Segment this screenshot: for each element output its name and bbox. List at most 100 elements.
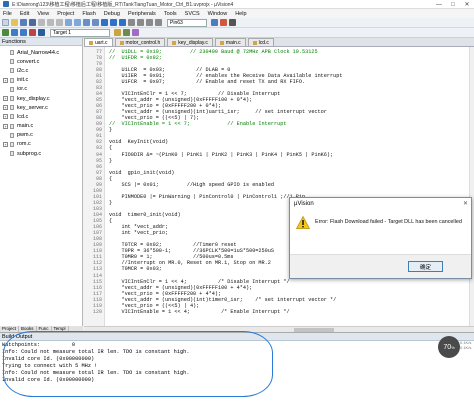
save-icon[interactable] xyxy=(20,19,27,26)
function-file-item[interactable]: + rom.c xyxy=(0,140,82,149)
menu-svcs[interactable]: SVCS xyxy=(185,11,200,17)
editor-tab[interactable]: lcd.c xyxy=(247,38,274,46)
prev-bookmark-icon[interactable] xyxy=(110,19,117,26)
code-editor[interactable]: 77// U1DLL = 0x10; // 230400 Baud @ 72MH… xyxy=(84,47,474,326)
menu-help[interactable]: Help xyxy=(235,11,246,17)
target-select[interactable]: Target 1 xyxy=(50,28,110,37)
manage-components-icon[interactable] xyxy=(123,29,130,36)
comment-icon[interactable] xyxy=(146,19,153,26)
function-file-label: init.c xyxy=(17,77,29,84)
undo-icon[interactable] xyxy=(65,19,72,26)
function-file-label: main.c xyxy=(17,123,34,130)
editor-tab[interactable]: main.c xyxy=(214,38,246,46)
open-folder-icon[interactable] xyxy=(11,19,18,26)
save-all-icon[interactable] xyxy=(29,19,36,26)
gauge-rates: 0.1K/s 0.1K/s xyxy=(460,340,471,350)
unindent-icon[interactable] xyxy=(137,19,144,26)
menu-view[interactable]: View xyxy=(37,11,49,17)
gauge-value: 70 xyxy=(443,343,452,351)
navigate-forward-icon[interactable] xyxy=(92,19,99,26)
function-file-item[interactable]: + key_server.c xyxy=(0,103,82,112)
file-tab-icon xyxy=(219,40,224,45)
app-icon xyxy=(3,1,9,7)
expand-icon[interactable]: + xyxy=(3,96,8,102)
function-file-item[interactable]: subprog.c xyxy=(0,149,82,158)
function-file-item[interactable]: + lcd.c xyxy=(0,112,82,121)
function-file-label: pwm.c xyxy=(17,132,33,139)
c-file-icon xyxy=(10,86,14,92)
redo-icon[interactable] xyxy=(74,19,81,26)
function-file-item[interactable]: + init.c xyxy=(0,76,82,85)
build-icon[interactable] xyxy=(11,29,18,36)
menu-debug[interactable]: Debug xyxy=(104,11,120,17)
c-file-icon xyxy=(10,77,14,83)
indent-icon[interactable] xyxy=(128,19,135,26)
target-options-icon[interactable] xyxy=(114,29,121,36)
main-toolbar: Pin63 xyxy=(0,18,474,28)
download-icon[interactable] xyxy=(38,29,45,36)
function-file-item[interactable]: convert.c xyxy=(0,57,82,66)
bookmark-icon[interactable] xyxy=(101,19,108,26)
find-icon[interactable] xyxy=(211,19,218,26)
expand-icon[interactable]: + xyxy=(3,141,8,147)
find-combobox[interactable]: Pin63 xyxy=(167,18,207,27)
network-gauge[interactable]: 70% xyxy=(438,336,460,358)
maximize-button[interactable]: □ xyxy=(446,0,460,8)
editor-tab[interactable]: uart.c xyxy=(84,38,113,46)
warning-icon xyxy=(295,215,311,229)
editor-tabs: uart.c motor_control.h key_display.c main.c… xyxy=(84,38,474,47)
expand-icon[interactable]: + xyxy=(3,114,8,120)
function-file-item[interactable]: + main.c xyxy=(0,122,82,131)
paste-icon[interactable] xyxy=(56,19,63,26)
menu-peripherals[interactable]: Peripherals xyxy=(128,11,156,17)
dialog-title: µVision xyxy=(294,201,314,207)
menu-tools[interactable]: Tools xyxy=(164,11,177,17)
navigate-back-icon[interactable] xyxy=(83,19,90,26)
dialog-footer: 确定 xyxy=(290,254,471,278)
dialog-close-button[interactable]: ✕ xyxy=(463,200,468,207)
c-file-icon xyxy=(10,132,14,138)
code-line[interactable]: 120 VICIntEnable = 1 << 4; /* Enable Int… xyxy=(93,308,474,315)
menu-project[interactable]: Project xyxy=(57,11,74,17)
menu-edit[interactable]: Edit xyxy=(20,11,29,17)
code-area[interactable]: 77// U1DLL = 0x10; // 230400 Baud @ 72MH… xyxy=(93,47,474,326)
menu-flash[interactable]: Flash xyxy=(82,11,95,17)
menu-bar: File Edit View Project Flash Debug Perip… xyxy=(0,9,474,18)
function-file-label: subprog.c xyxy=(17,150,42,157)
debug-session-icon[interactable] xyxy=(220,19,227,26)
uncomment-icon[interactable] xyxy=(155,19,162,26)
next-bookmark-icon[interactable] xyxy=(119,19,126,26)
menu-window[interactable]: Window xyxy=(208,11,228,17)
cut-icon[interactable] xyxy=(38,19,45,26)
expand-icon[interactable]: + xyxy=(3,123,8,129)
close-window-button[interactable]: ✕ xyxy=(460,0,474,8)
minimize-button[interactable]: — xyxy=(432,0,446,8)
translate-icon[interactable] xyxy=(2,29,9,36)
gauge-unit: % xyxy=(451,344,455,350)
function-file-item[interactable]: pwm.c xyxy=(0,131,82,140)
function-file-label: key_display.c xyxy=(17,95,50,102)
file-tab-icon xyxy=(89,40,93,45)
function-file-item[interactable]: + key_display.c xyxy=(0,94,82,103)
new-file-icon[interactable] xyxy=(2,19,9,26)
function-file-item[interactable]: i2c.c xyxy=(0,66,82,75)
function-file-item[interactable]: ior.c xyxy=(0,85,82,94)
ok-button[interactable]: 确定 xyxy=(408,261,443,272)
rebuild-icon[interactable] xyxy=(20,29,27,36)
configure-icon[interactable] xyxy=(229,19,236,26)
multi-project-icon[interactable] xyxy=(132,29,139,36)
function-file-label: key_server.c xyxy=(17,104,48,111)
editor-tab[interactable]: motor_control.h xyxy=(114,38,166,46)
editor-tab[interactable]: key_display.c xyxy=(167,38,213,46)
stop-build-icon[interactable] xyxy=(29,29,36,36)
menu-file[interactable]: File xyxy=(3,11,12,17)
function-file-label: i2c.c xyxy=(17,67,29,74)
expand-icon[interactable]: + xyxy=(3,105,8,111)
expand-icon[interactable]: + xyxy=(3,77,8,83)
c-file-icon xyxy=(10,151,14,157)
editor-vertical-scrollbar[interactable] xyxy=(469,47,474,326)
copy-icon[interactable] xyxy=(47,19,54,26)
function-file-item[interactable]: Arial_Narrow44.c xyxy=(0,48,82,57)
c-file-icon xyxy=(10,68,14,74)
editor-tab-label: main.c xyxy=(225,39,241,46)
